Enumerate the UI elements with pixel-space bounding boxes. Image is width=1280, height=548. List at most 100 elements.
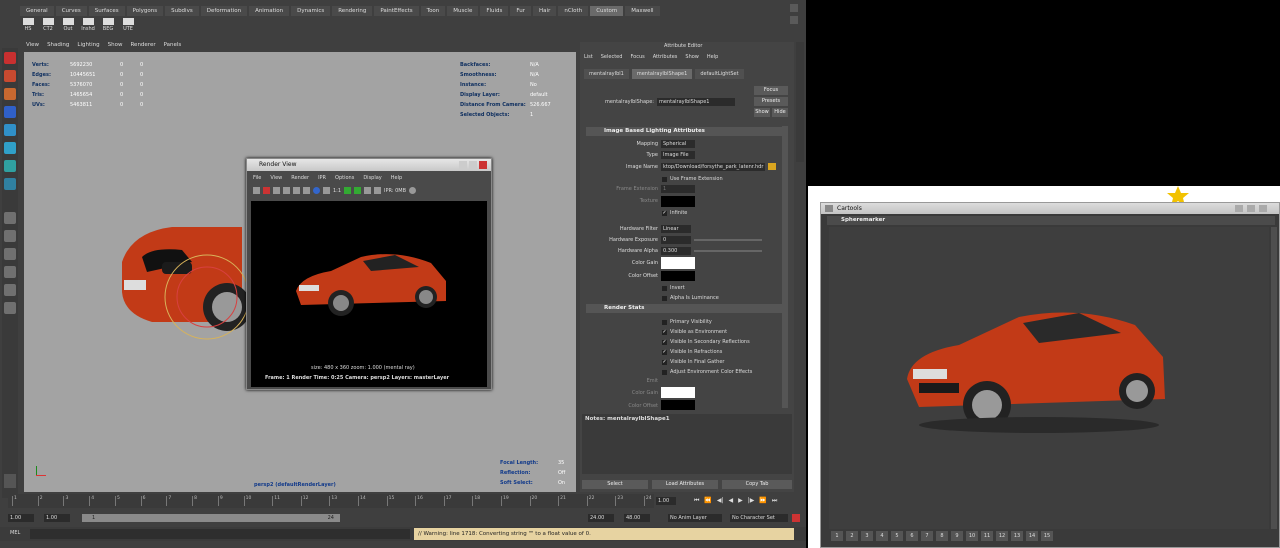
color-channel-icon[interactable] <box>313 187 320 194</box>
checkbox-box[interactable]: ✓ <box>662 349 667 355</box>
checkbox-box[interactable]: ✓ <box>662 329 667 335</box>
minimize-icon[interactable] <box>459 161 467 169</box>
shelf-tab-curves[interactable]: Curves <box>55 6 87 16</box>
hw-alpha-slider[interactable] <box>694 250 762 252</box>
redo-render-icon[interactable] <box>253 187 260 194</box>
copy-tab-button[interactable]: Copy Tab <box>722 480 792 489</box>
mapping-select[interactable]: Spherical <box>661 140 695 148</box>
render-stat-checkbox[interactable]: ✓ Visible In Refractions <box>662 347 752 357</box>
hide-button[interactable]: Hide <box>772 108 788 117</box>
anim-layer-select[interactable]: No Anim Layer <box>668 514 722 522</box>
shelf-tab-toon[interactable]: Toon <box>420 6 446 16</box>
cartools-button-3[interactable]: 3 <box>861 531 873 541</box>
play-forward-icon[interactable]: ▶ <box>738 497 743 505</box>
checkbox-box[interactable]: ✓ <box>662 359 667 365</box>
render-menu-render[interactable]: Render <box>291 175 309 181</box>
viewport-menu-panels[interactable]: Panels <box>164 42 182 51</box>
shelf-tab-fur[interactable]: Fur <box>510 6 532 16</box>
shelf-button-inshd[interactable]: Inshd <box>80 18 96 35</box>
manipulator-tool-icon[interactable] <box>4 160 16 172</box>
attr-tab-defaultlightset[interactable]: defaultLightSet <box>695 69 744 79</box>
pause-icon[interactable] <box>374 187 382 194</box>
cartools-button-7[interactable]: 7 <box>921 531 933 541</box>
render-menu-view[interactable]: View <box>270 175 282 181</box>
rotate-tool-icon[interactable] <box>4 124 16 136</box>
cartools-button-15[interactable]: 15 <box>1041 531 1053 541</box>
shelf-button-out[interactable]: Out <box>60 18 76 35</box>
cartools-scrollbar[interactable] <box>1271 227 1277 529</box>
layout-outliner-icon[interactable] <box>4 266 16 278</box>
cartools-button-10[interactable]: 10 <box>966 531 978 541</box>
show-button[interactable]: Show <box>754 108 770 117</box>
cartools-button-1[interactable]: 1 <box>831 531 843 541</box>
current-frame-field[interactable]: 1.00 <box>656 497 676 505</box>
notes-area[interactable]: Notes: mentalrayIblShape1 <box>582 414 792 474</box>
ipr-render-icon[interactable] <box>283 187 290 194</box>
display-icon[interactable] <box>364 187 372 194</box>
range-bar[interactable]: 1 24 <box>82 514 340 522</box>
color-gain-swatch[interactable] <box>661 257 695 269</box>
hw-alpha-field[interactable]: 0.300 <box>661 247 691 255</box>
rgb-channel-icon[interactable] <box>303 187 310 194</box>
render-stat-checkbox[interactable]: ✓ Visible as Environment <box>662 327 752 337</box>
cartools-button-12[interactable]: 12 <box>996 531 1008 541</box>
tool-settings-icon[interactable] <box>4 474 16 488</box>
hw-exposure-field[interactable]: 0 <box>661 236 691 244</box>
attr-menu-attributes[interactable]: Attributes <box>653 54 678 60</box>
attr-menu-focus[interactable]: Focus <box>630 54 644 60</box>
attr-menu-help[interactable]: Help <box>707 54 718 60</box>
refresh-icon[interactable] <box>293 187 300 194</box>
play-back-icon[interactable]: ◀ <box>729 497 734 505</box>
shelf-tab-hair[interactable]: Hair <box>533 6 557 16</box>
character-set-select[interactable]: No Character Set <box>730 514 788 522</box>
attr-menu-show[interactable]: Show <box>685 54 699 60</box>
layout-two-icon[interactable] <box>4 248 16 260</box>
cartools-button-13[interactable]: 13 <box>1011 531 1023 541</box>
alpha-luminance-checkbox[interactable]: Alpha Is Luminance <box>662 295 719 301</box>
section-render-stats[interactable]: Render Stats <box>586 304 782 313</box>
focus-button[interactable]: Focus <box>754 86 788 95</box>
color-offset2-swatch[interactable] <box>661 400 695 410</box>
color-gain2-swatch[interactable] <box>661 387 695 398</box>
render-menu-options[interactable]: Options <box>335 175 354 181</box>
shelf-button-hs[interactable]: HS <box>20 18 36 35</box>
cartools-button-2[interactable]: 2 <box>846 531 858 541</box>
maximize-icon[interactable] <box>469 161 477 169</box>
viewport-menu-renderer[interactable]: Renderer <box>130 42 155 51</box>
remove-image-icon[interactable] <box>354 187 362 194</box>
shelf-tab-fluids[interactable]: Fluids <box>480 6 509 16</box>
viewport-menu-show[interactable]: Show <box>108 42 123 51</box>
close-icon[interactable] <box>1259 205 1267 212</box>
render-stat-checkbox[interactable]: ✓ Visible In Secondary Reflections <box>662 337 752 347</box>
section-ibl-attributes[interactable]: Image Based Lighting Attributes <box>586 127 782 136</box>
alpha-channel-icon[interactable] <box>323 187 330 194</box>
layout-single-icon[interactable] <box>4 212 16 224</box>
go-start-icon[interactable]: ⏮ <box>694 497 699 505</box>
mel-label[interactable]: MEL <box>10 530 20 536</box>
checkbox-box[interactable] <box>662 369 667 375</box>
maximize-icon[interactable] <box>1247 205 1255 212</box>
cartools-button-8[interactable]: 8 <box>936 531 948 541</box>
viewport-menu-lighting[interactable]: Lighting <box>77 42 99 51</box>
render-stat-checkbox[interactable]: Primary Visibility <box>662 317 752 327</box>
image-name-field[interactable]: ktop/Download/forsythe_park_latenr.hdr <box>661 163 765 171</box>
cartools-button-4[interactable]: 4 <box>876 531 888 541</box>
move-tool-icon[interactable] <box>4 106 16 118</box>
cartools-button-11[interactable]: 11 <box>981 531 993 541</box>
shelf-tab-custom[interactable]: Custom <box>590 6 624 16</box>
attr-scrollbar[interactable] <box>782 126 788 408</box>
hw-filter-select[interactable]: Linear <box>661 225 691 233</box>
end-time-field[interactable]: 48.00 <box>624 514 650 522</box>
window-restore-icon[interactable] <box>790 4 798 12</box>
viewport-menu-view[interactable]: View <box>26 42 39 51</box>
folder-icon[interactable] <box>768 163 776 170</box>
scale-tool-icon[interactable] <box>4 142 16 154</box>
layout-hypershade-icon[interactable] <box>4 302 16 314</box>
window-close-icon[interactable] <box>790 16 798 24</box>
spheremarker-header[interactable]: Spheremarker <box>827 216 1275 225</box>
render-stat-checkbox[interactable]: ✓ Visible In Final Gather <box>662 357 752 367</box>
command-input[interactable] <box>30 529 410 539</box>
cartools-button-14[interactable]: 14 <box>1026 531 1038 541</box>
shelf-tab-general[interactable]: General <box>20 6 54 16</box>
shelf-tab-animation[interactable]: Animation <box>249 6 290 16</box>
